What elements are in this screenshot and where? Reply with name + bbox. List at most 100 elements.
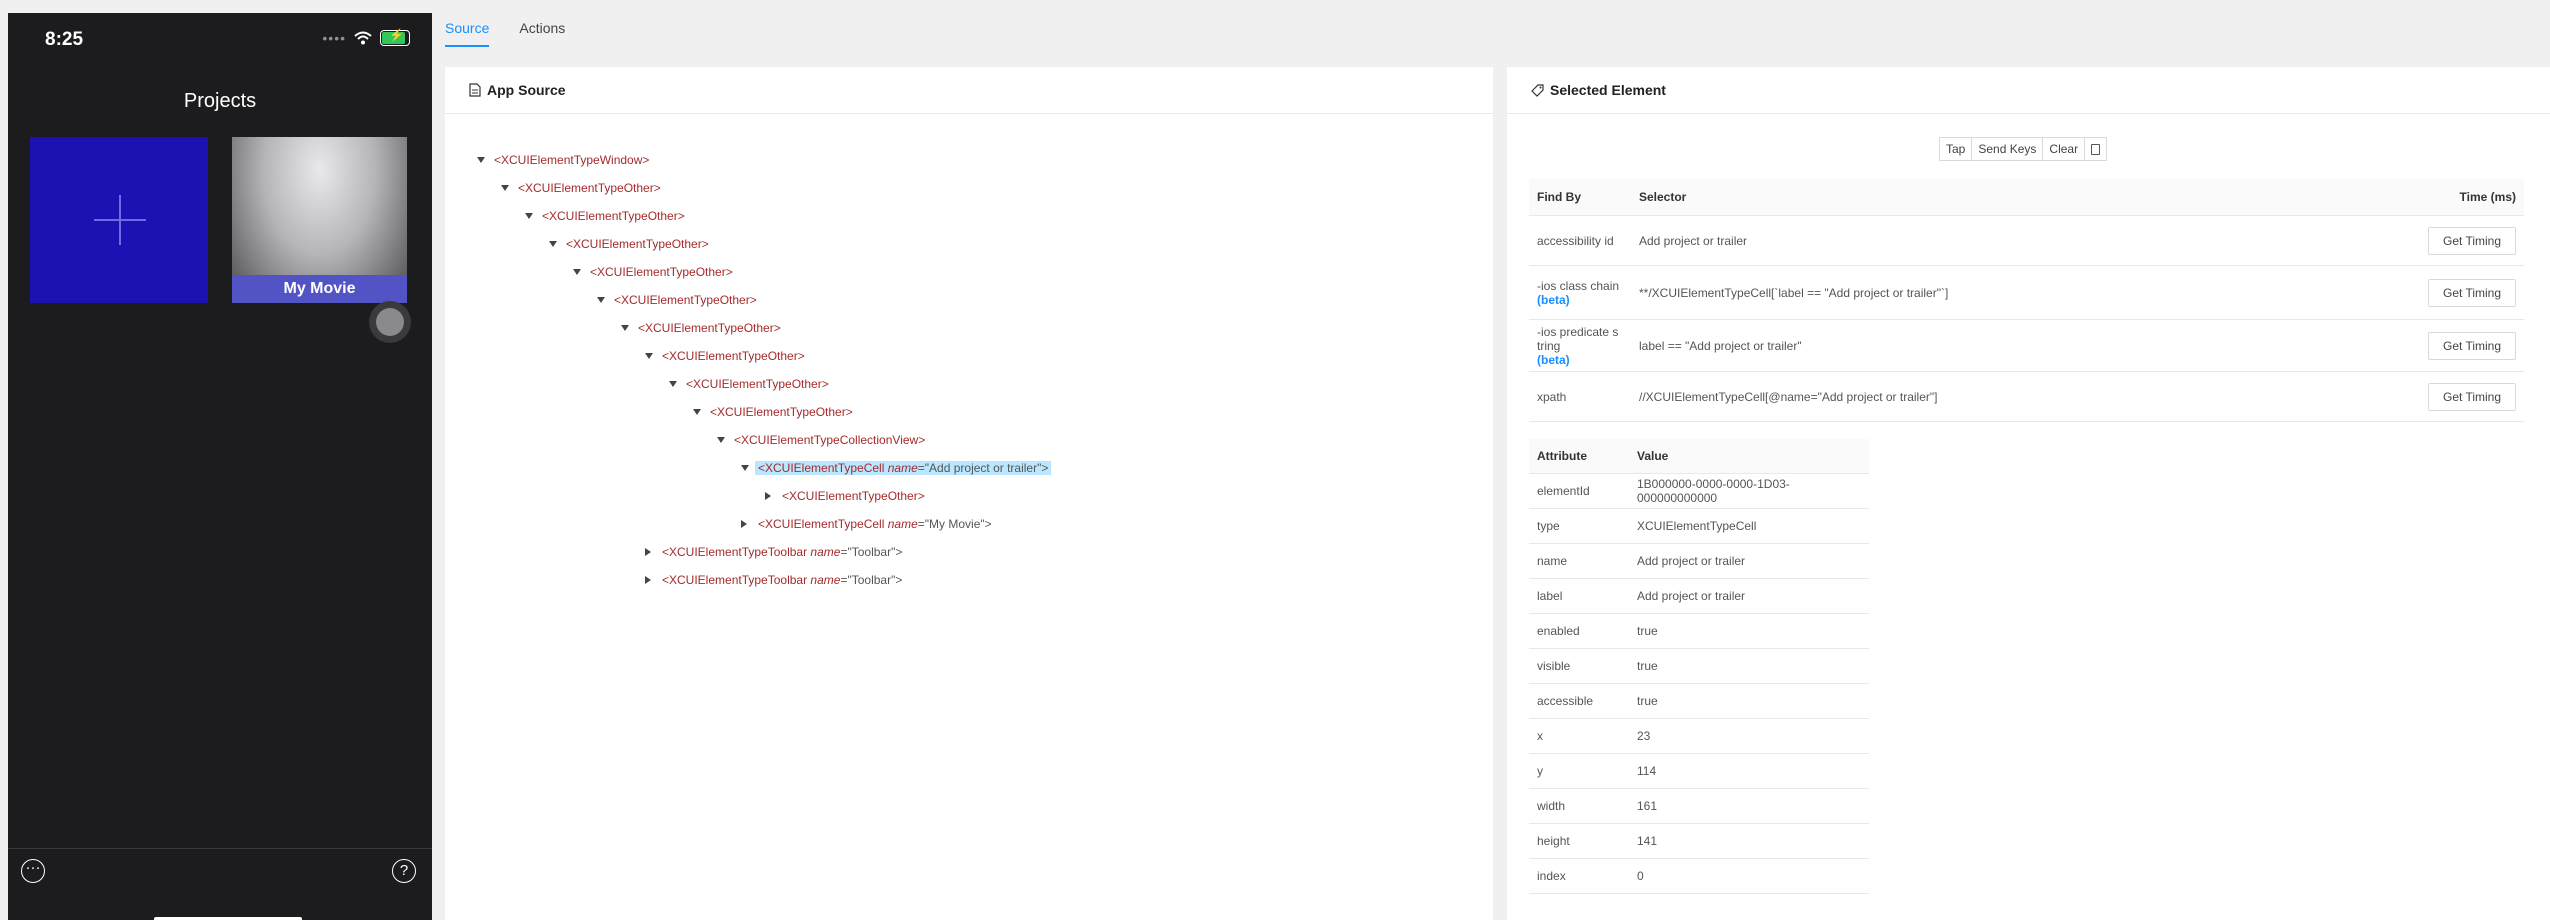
get-timing-button[interactable]: Get Timing	[2428, 382, 2516, 411]
attribute-value-cell: 23	[1629, 718, 1869, 754]
tree-node-tag[interactable]: <XCUIElementTypeCollectionView>	[731, 433, 928, 447]
find-by-row: -ios predicate s tring (beta) label == "Ad…	[1529, 319, 2524, 372]
find-table-header: Find By Selector Time (ms)	[1529, 179, 2524, 216]
send-keys-button[interactable]: Send Keys	[1971, 137, 2044, 161]
caret-down-icon[interactable]	[621, 325, 629, 331]
attribute-row: name Add project or trailer	[1529, 543, 1869, 579]
copy-attributes-button[interactable]	[2084, 137, 2108, 161]
element-type: <XCUIElementTypeOther>	[614, 293, 757, 307]
timing-cell: Get Timing	[2408, 215, 2524, 266]
tree-node-tag[interactable]: <XCUIElementTypeWindow>	[491, 153, 652, 167]
element-type: <XCUIElementTypeWindow>	[494, 153, 650, 167]
attribute-value-cell: 1B000000-0000-0000-1D03-000000000000	[1629, 473, 1869, 509]
caret-down-icon[interactable]	[549, 241, 557, 247]
tree-node-tag[interactable]: <XCUIElementTypeToolbar name="Toolbar">	[659, 573, 905, 587]
selected-element-title: Selected Element	[1550, 82, 1666, 98]
attribute-value-cell: XCUIElementTypeCell	[1629, 508, 1869, 544]
attribute-name-cell: name	[1529, 543, 1629, 579]
my-movie-tile[interactable]: My Movie	[232, 137, 407, 303]
tab-bar: Source Actions	[445, 20, 565, 47]
tree-node: <XCUIElementTypeOther>	[621, 318, 784, 338]
projects-title: Projects	[183, 90, 257, 112]
clear-button[interactable]: Clear	[2042, 137, 2086, 161]
tree-node: <XCUIElementTypeCell name="My Movie">	[741, 514, 995, 534]
tree-node-tag[interactable]: <XCUIElementTypeOther>	[563, 237, 712, 251]
tree-node: <XCUIElementTypeCollectionView>	[717, 430, 928, 450]
tree-node-tag[interactable]: <XCUIElementTypeOther>	[707, 405, 856, 419]
find-by-row: accessibility id Add project or trailer Ge…	[1529, 215, 2524, 266]
selector-cell: Add project or trailer	[1631, 215, 2408, 266]
attribute-column: Attribute	[1529, 439, 1629, 474]
find-by-row: xpath //XCUIElementTypeCell[@name="Add pr…	[1529, 371, 2524, 422]
tree-node-tag[interactable]: <XCUIElementTypeOther>	[779, 489, 928, 503]
caret-down-icon[interactable]	[741, 465, 749, 471]
tab-actions[interactable]: Actions	[519, 20, 565, 47]
tag-icon	[1531, 83, 1544, 97]
get-timing-button[interactable]: Get Timing	[2428, 331, 2516, 360]
caret-down-icon[interactable]	[717, 437, 725, 443]
element-type: <XCUIElementTypeOther>	[518, 181, 661, 195]
caret-right-icon[interactable]	[645, 548, 651, 556]
selected-element-header: Selected Element	[1507, 67, 2550, 114]
tree-node-tag[interactable]: <XCUIElementTypeOther>	[659, 349, 808, 363]
caret-down-icon[interactable]	[669, 381, 677, 387]
element-type: <XCUIElementTypeOther>	[686, 377, 829, 391]
attribute-value-cell: 161	[1629, 788, 1869, 824]
attribute-value-cell: true	[1629, 613, 1869, 649]
timing-cell: Get Timing	[2408, 371, 2524, 422]
add-project-tile[interactable]	[30, 137, 208, 303]
caret-down-icon[interactable]	[501, 185, 509, 191]
tree-node: <XCUIElementTypeOther>	[693, 402, 856, 422]
tree-node-tag[interactable]: <XCUIElementTypeOther>	[539, 209, 688, 223]
help-icon[interactable]: ?	[392, 859, 416, 883]
tree-node-tag[interactable]: <XCUIElementTypeOther>	[635, 321, 784, 335]
tab-source[interactable]: Source	[445, 20, 490, 47]
tree-node-tag[interactable]: <XCUIElementTypeOther>	[611, 293, 760, 307]
tree-node-tag[interactable]: <XCUIElementTypeToolbar name="Toolbar">	[659, 545, 905, 559]
beta-badge: (beta)	[1537, 352, 1570, 367]
timing-cell: Get Timing	[2408, 265, 2524, 320]
tree-node-tag[interactable]: <XCUIElementTypeCell name="My Movie">	[755, 517, 995, 531]
tree-node: <XCUIElementTypeWindow>	[477, 150, 652, 170]
caret-right-icon[interactable]	[741, 520, 747, 528]
caret-right-icon[interactable]	[645, 576, 651, 584]
find-by-cell: -ios class chain (beta)	[1529, 265, 1631, 320]
time-column: Time (ms)	[2408, 179, 2524, 216]
tree-node-tag[interactable]: <XCUIElementTypeOther>	[683, 377, 832, 391]
tree-node: <XCUIElementTypeOther>	[645, 346, 808, 366]
assistive-touch-button[interactable]	[369, 301, 411, 343]
get-timing-button[interactable]: Get Timing	[2428, 226, 2516, 255]
find-by-strategy: -ios class chain	[1537, 278, 1620, 293]
attribute-row: x 23	[1529, 718, 1869, 754]
tree-node-tag[interactable]: <XCUIElementTypeOther>	[515, 181, 664, 195]
caret-right-icon[interactable]	[765, 492, 771, 500]
find-by-cell: -ios predicate s tring (beta)	[1529, 319, 1631, 372]
selector-column: Selector	[1631, 179, 2408, 216]
attribute-row: elementId 1B000000-0000-0000-1D03-0000000…	[1529, 473, 1869, 509]
find-by-cell: accessibility id	[1529, 215, 1631, 266]
get-timing-button[interactable]: Get Timing	[2428, 278, 2516, 307]
attribute-value: ="Toolbar">	[840, 545, 903, 559]
attribute-value: ="Add project or trailer">	[917, 461, 1049, 475]
attribute-value-cell: 141	[1629, 823, 1869, 859]
tree-node-tag[interactable]: <XCUIElementTypeCell name="Add project o…	[755, 461, 1052, 475]
tree-node: <XCUIElementTypeCell name="Add project o…	[741, 458, 1052, 478]
beta-badge: (beta)	[1537, 292, 1570, 307]
element-type: <XCUIElementTypeOther>	[566, 237, 709, 251]
caret-down-icon[interactable]	[597, 297, 605, 303]
caret-down-icon[interactable]	[477, 157, 485, 163]
caret-down-icon[interactable]	[645, 353, 653, 359]
tap-button[interactable]: Tap	[1939, 137, 1973, 161]
attribute-name-cell: visible	[1529, 648, 1629, 684]
tree-node-tag[interactable]: <XCUIElementTypeOther>	[587, 265, 736, 279]
attribute-name: name	[887, 517, 918, 531]
attribute-row: enabled true	[1529, 613, 1869, 649]
caret-down-icon[interactable]	[573, 269, 581, 275]
caret-down-icon[interactable]	[525, 213, 533, 219]
more-icon[interactable]: ···	[21, 859, 45, 883]
selected-element-panel: Selected Element Tap Send Keys Clear Fin…	[1507, 67, 2550, 920]
caret-down-icon[interactable]	[693, 409, 701, 415]
attribute-value: ="My Movie">	[917, 517, 992, 531]
cellular-icon: ••••	[322, 30, 346, 46]
timing-cell: Get Timing	[2408, 319, 2524, 372]
